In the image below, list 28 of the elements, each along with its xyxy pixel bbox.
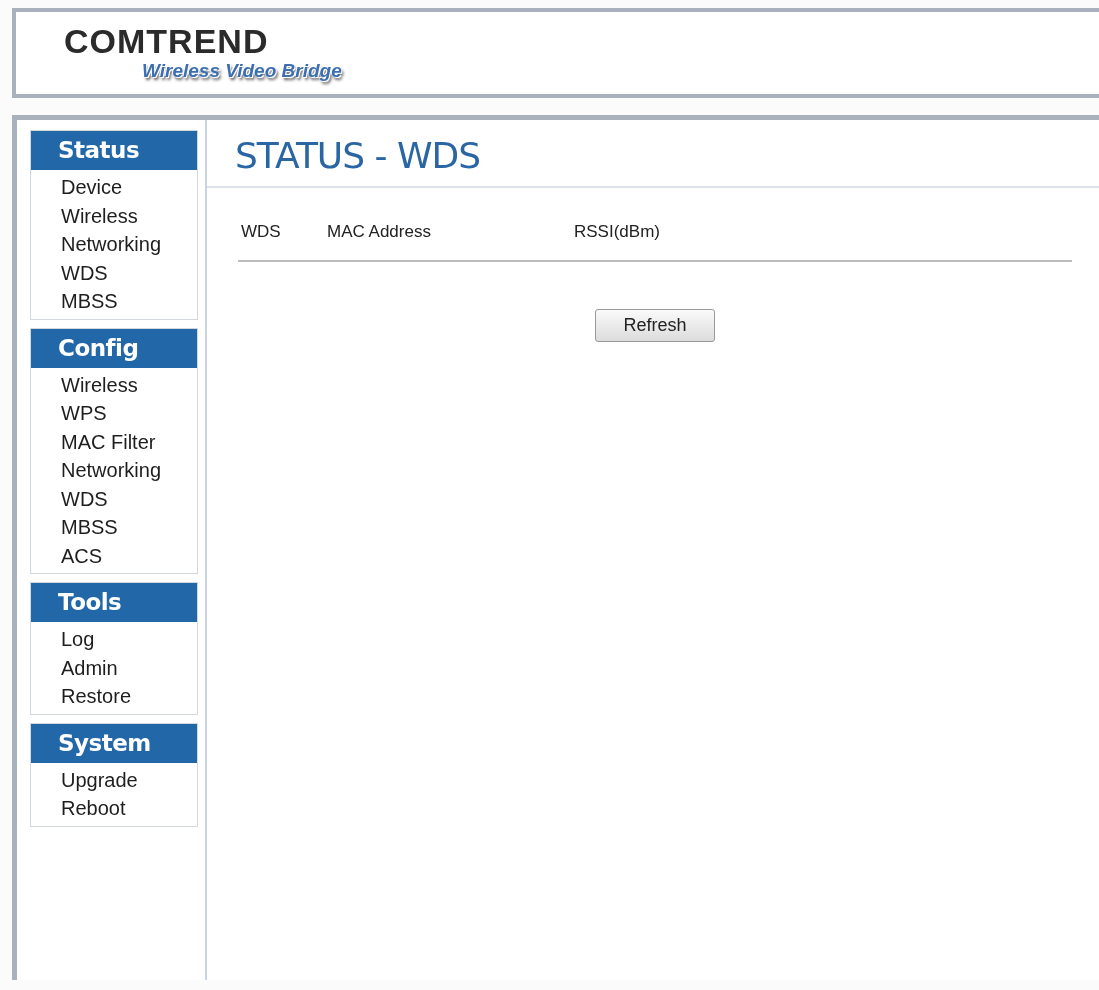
product-name: Wireless Video Bridge bbox=[142, 60, 342, 82]
sidebar-link[interactable]: Wireless bbox=[61, 201, 138, 230]
sidebar-link[interactable]: Wireless bbox=[61, 370, 138, 399]
section-header: Tools bbox=[31, 583, 197, 622]
sidebar-link[interactable]: Restore bbox=[61, 682, 132, 711]
sidebar-link[interactable]: WDS bbox=[61, 484, 108, 513]
sidebar-link[interactable]: WPS bbox=[61, 399, 107, 428]
sidebar-link[interactable]: MBSS bbox=[61, 513, 118, 542]
sidebar-link[interactable]: Upgrade bbox=[61, 765, 138, 794]
sidebar-link[interactable]: Device bbox=[61, 173, 123, 202]
sidebar-link[interactable]: Admin bbox=[61, 653, 118, 682]
sidebar-link[interactable]: MAC Filter bbox=[61, 427, 156, 456]
section-header: Config bbox=[31, 328, 197, 368]
column-header: MAC Address bbox=[326, 221, 431, 243]
sidebar-link[interactable]: Networking bbox=[61, 456, 162, 485]
page-title: STATUS - WDS bbox=[235, 135, 482, 177]
sidebar-link[interactable]: Networking bbox=[61, 230, 162, 259]
section-header: System bbox=[31, 723, 197, 763]
sidebar-link[interactable]: Reboot bbox=[61, 794, 126, 823]
brand-logo: COMTREND bbox=[64, 24, 269, 58]
sidebar-link[interactable]: ACS bbox=[61, 541, 103, 570]
sidebar-link[interactable]: Log bbox=[61, 625, 95, 654]
column-header: WDS bbox=[240, 221, 281, 243]
sidebar-link[interactable]: MBSS bbox=[61, 287, 118, 316]
section-header: Status bbox=[31, 131, 197, 170]
sidebar-link[interactable]: WDS bbox=[61, 258, 108, 287]
column-header: RSSI(dBm) bbox=[573, 221, 660, 243]
refresh-button[interactable]: Refresh bbox=[595, 309, 715, 342]
